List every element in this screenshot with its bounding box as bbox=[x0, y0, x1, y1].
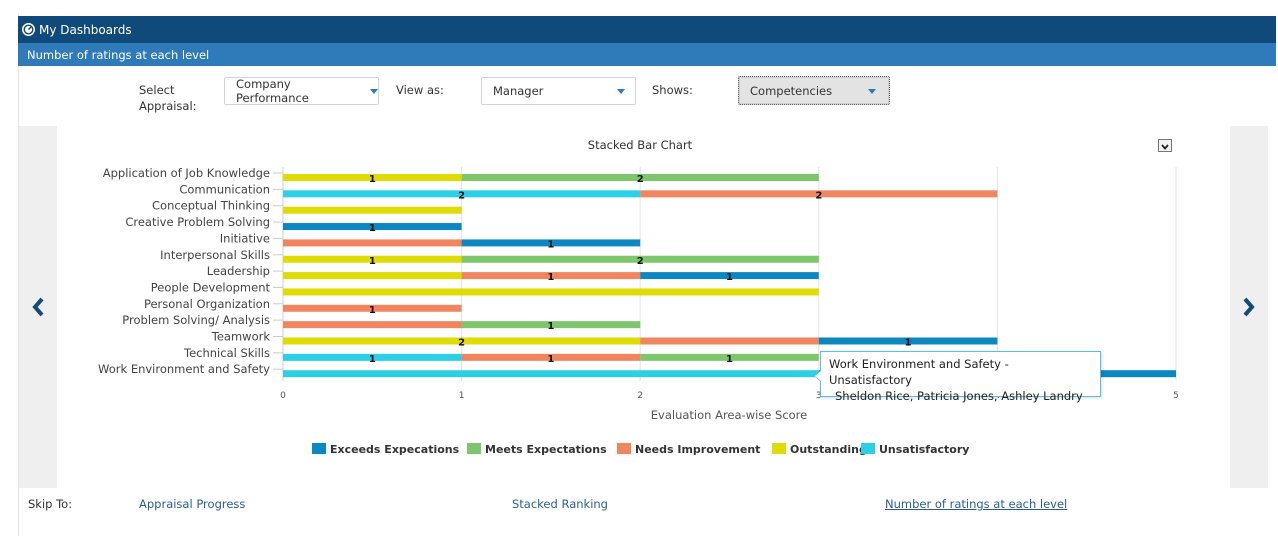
bar-segment-unsatisfactory bbox=[283, 370, 819, 378]
x-tick-label: 0 bbox=[280, 391, 286, 401]
data-label: 2 bbox=[458, 338, 465, 349]
y-category-label: Creative Problem Solving bbox=[125, 215, 270, 229]
bar-segment-needs-improvement bbox=[283, 321, 462, 329]
legend-label: Outstanding bbox=[790, 443, 867, 456]
data-label: 1 bbox=[369, 256, 376, 267]
skip-link-ratings-levels[interactable]: Number of ratings at each level bbox=[885, 497, 1067, 511]
bar-segment-needs-improvement bbox=[640, 337, 819, 345]
bar-segment-outstanding bbox=[283, 288, 819, 296]
bar-segment-outstanding bbox=[283, 206, 462, 214]
data-label: 1 bbox=[547, 272, 554, 283]
y-category-label: Leadership bbox=[207, 264, 270, 278]
y-category-label: Teamwork bbox=[211, 330, 271, 344]
data-label: 1 bbox=[547, 354, 554, 365]
bar-segment-needs-improvement bbox=[283, 239, 462, 247]
legend-swatch bbox=[861, 443, 875, 454]
legend-swatch bbox=[617, 443, 631, 454]
data-label: 1 bbox=[726, 354, 733, 365]
legend-swatch bbox=[312, 443, 326, 454]
chart-tooltip: Work Environment and Safety - Unsatisfac… bbox=[814, 351, 1101, 403]
x-axis-label: Evaluation Area-wise Score bbox=[651, 408, 807, 422]
data-label: 1 bbox=[547, 239, 554, 250]
legend-label: Exceeds Expecations bbox=[330, 443, 460, 456]
bar-segment-outstanding bbox=[283, 272, 462, 280]
y-category-label: Conceptual Thinking bbox=[152, 199, 270, 213]
y-category-label: Initiative bbox=[220, 231, 270, 245]
data-label: 1 bbox=[369, 174, 376, 185]
legend-swatch bbox=[772, 443, 786, 454]
tooltip-title: Work Environment and Safety - Unsatisfac… bbox=[829, 357, 1009, 387]
data-label: 2 bbox=[637, 256, 644, 267]
legend-label: Unsatisfactory bbox=[879, 443, 969, 456]
data-label: 2 bbox=[637, 174, 644, 185]
tooltip-names: Sheldon Rice, Patricia Jones, Ashley Lan… bbox=[835, 389, 1083, 403]
data-label: 1 bbox=[369, 223, 376, 234]
skip-to-label: Skip To: bbox=[28, 497, 73, 511]
y-category-label: People Development bbox=[151, 280, 271, 294]
x-tick-label: 5 bbox=[1173, 391, 1179, 401]
y-category-label: Work Environment and Safety bbox=[98, 362, 270, 376]
stacked-bar-chart: Stacked Bar Chart012345Evaluation Area-w… bbox=[57, 126, 1229, 488]
data-label: 2 bbox=[815, 190, 822, 201]
legend-swatch bbox=[467, 443, 481, 454]
data-label: 1 bbox=[726, 272, 733, 283]
data-label: 1 bbox=[369, 305, 376, 316]
data-label: 2 bbox=[458, 190, 465, 201]
skip-link-appraisal-progress[interactable]: Appraisal Progress bbox=[139, 497, 245, 511]
y-category-label: Interpersonal Skills bbox=[160, 248, 270, 262]
chart-export-button[interactable] bbox=[1158, 139, 1172, 152]
skip-link-stacked-ranking[interactable]: Stacked Ranking bbox=[512, 497, 608, 511]
data-label: 1 bbox=[547, 321, 554, 332]
x-tick-label: 1 bbox=[459, 391, 465, 401]
y-category-label: Personal Organization bbox=[144, 297, 270, 311]
y-category-label: Problem Solving/ Analysis bbox=[122, 313, 270, 327]
chevron-down-icon bbox=[1161, 139, 1169, 153]
x-tick-label: 2 bbox=[637, 391, 643, 401]
legend-label: Meets Expectations bbox=[485, 443, 607, 456]
data-label: 1 bbox=[369, 354, 376, 365]
data-label: 1 bbox=[905, 338, 912, 349]
chart-title: Stacked Bar Chart bbox=[588, 138, 693, 152]
y-category-label: Application of Job Knowledge bbox=[103, 166, 270, 180]
y-category-label: Communication bbox=[179, 182, 270, 196]
legend-label: Needs Improvement bbox=[635, 443, 760, 456]
y-category-label: Technical Skills bbox=[183, 346, 270, 360]
